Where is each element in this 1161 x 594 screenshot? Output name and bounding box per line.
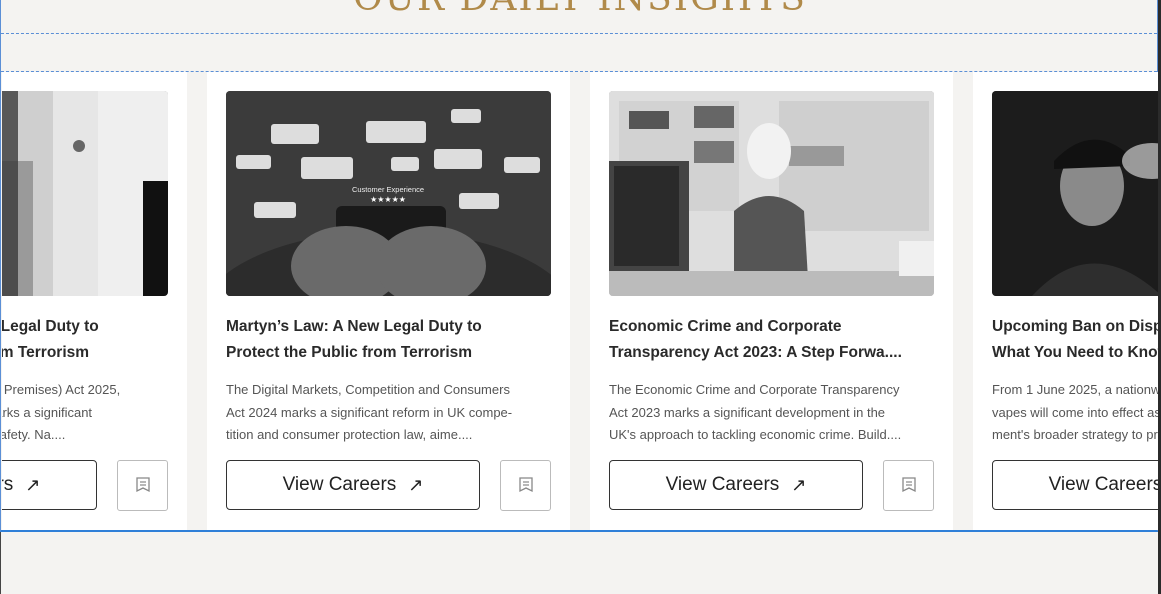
card-title[interactable]: Martyn’s Law: A New Legal Duty to Protec… (2, 314, 168, 366)
divider (1, 33, 1157, 34)
card-image-customer-experience: Customer Experience ★★★★★ (226, 91, 551, 296)
insight-card: Upcoming Ban on Disposable Vapes: What Y… (973, 72, 1158, 530)
bookmark-button[interactable] (117, 460, 168, 511)
bookmark-icon (518, 476, 533, 492)
card-title[interactable]: Upcoming Ban on Disposable Vapes: What Y… (992, 314, 1158, 366)
card-image-hallway (2, 91, 168, 296)
arrow-up-right-icon: ↗ (408, 474, 424, 495)
divider (0, 532, 1, 594)
arrow-up-right-icon: ↗ (25, 474, 41, 495)
insight-card: Economic Crime and Corporate Transparenc… (590, 72, 953, 530)
bookmark-button[interactable] (883, 460, 934, 511)
view-careers-button[interactable]: View Careers ↗ (2, 460, 97, 510)
arrow-up-right-icon: ↗ (791, 474, 807, 495)
card-description: The Digital Markets, Competition and Con… (226, 382, 513, 442)
view-careers-button[interactable]: View Careers ↗ (992, 460, 1158, 510)
bookmark-button[interactable] (500, 460, 551, 511)
insights-carousel[interactable]: Martyn’s Law: A New Legal Duty to Protec… (2, 72, 1158, 530)
card-description: The Economic Crime and Corporate Transpa… (609, 382, 902, 442)
view-careers-button[interactable]: View Careers ↗ (226, 460, 480, 510)
card-description: From 1 June 2025, a nationwide ban on di… (992, 382, 1158, 442)
card-title[interactable]: Martyn’s Law: A New Legal Duty to Protec… (226, 314, 551, 366)
insight-card: Customer Experience ★★★★★ Martyn’s Law: … (207, 72, 570, 530)
card-image-vaping-man (992, 91, 1158, 296)
view-careers-button[interactable]: View Careers ↗ (609, 460, 863, 510)
card-title[interactable]: Economic Crime and Corporate Transparenc… (609, 314, 934, 366)
card-image-masked-caller (609, 91, 934, 296)
card-description: Martyn’s Law (Protection of Premises) Ac… (2, 382, 121, 442)
insight-card: Martyn’s Law: A New Legal Duty to Protec… (2, 72, 187, 530)
bookmark-icon (135, 476, 150, 492)
svg-text:★★★★★: ★★★★★ (370, 195, 406, 204)
svg-text:Customer Experience: Customer Experience (352, 185, 424, 194)
section-title: OUR DAILY INSIGHTS (1, 0, 1159, 19)
bookmark-icon (901, 476, 916, 492)
insights-section: OUR DAILY INSIGHTS Martyn’s Law: A New L… (0, 0, 1158, 532)
